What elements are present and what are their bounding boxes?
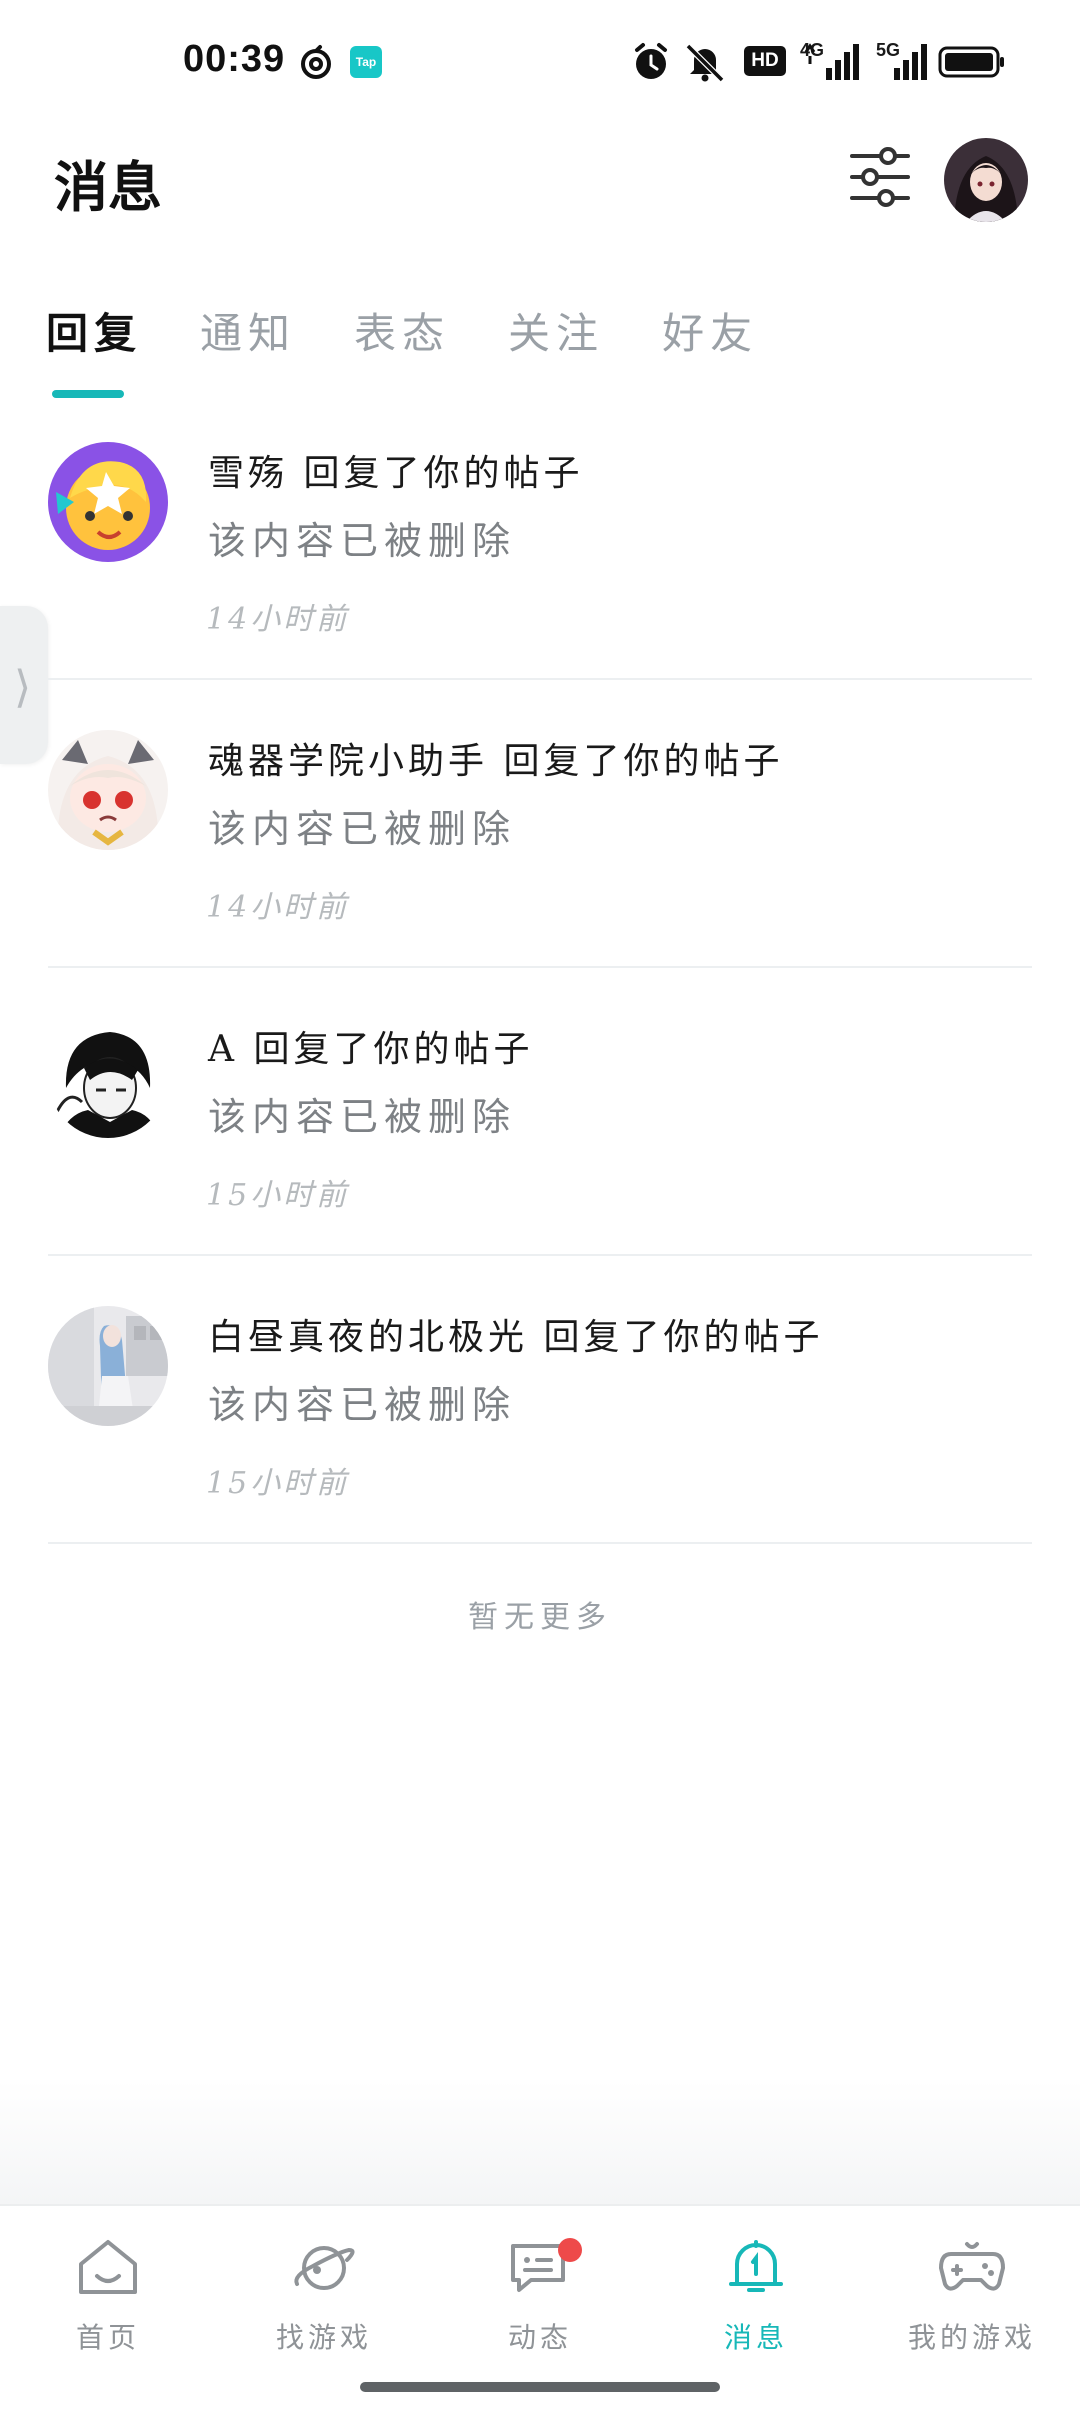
nav-home-label: 首页 <box>75 2321 140 2354</box>
nav-messages[interactable]: 消息 <box>656 2236 856 2356</box>
notification-badge <box>558 2238 582 2262</box>
reply-content: 该内容已被删除 <box>208 1095 517 1139</box>
sender-name[interactable]: 雪殇 <box>208 453 288 494</box>
bell-icon <box>729 2240 783 2292</box>
nav-feed-label: 动态 <box>507 2321 572 2354</box>
divider <box>48 1542 1032 1544</box>
message-tabs: 回复 通知 表态 关注 好友 <box>46 300 816 361</box>
no-more-text: 暂无更多 <box>468 1600 612 1635</box>
sender-name[interactable]: 白昼真夜的北极光 <box>208 1317 528 1358</box>
nav-shadow <box>0 2080 1080 2204</box>
status-bar: 00:39 Tap HD 4G 5G <box>0 0 1080 128</box>
avatar-photo-icon <box>48 1306 168 1426</box>
reply-headline: 雪殇 回复了你的帖子 <box>208 444 583 496</box>
nav-my-games[interactable]: 我的游戏 <box>872 2236 1072 2356</box>
divider <box>48 678 1032 680</box>
reply-time: 15小时前 <box>206 1178 350 1213</box>
avatar-cartoon-yellow-icon <box>48 442 168 562</box>
user-avatar[interactable] <box>944 138 1028 222</box>
sender-name[interactable]: A <box>208 1029 238 1070</box>
gamepad-icon <box>939 2242 1005 2291</box>
sender-avatar[interactable] <box>48 730 168 850</box>
reply-headline: A 回复了你的帖子 <box>208 1020 533 1072</box>
nav-find-games-label: 找游戏 <box>275 2321 372 2354</box>
tab-friends[interactable]: 好友 <box>662 300 758 361</box>
reply-content: 该内容已被删除 <box>208 807 517 851</box>
planet-icon <box>294 2246 355 2290</box>
list-item[interactable]: A 回复了你的帖子 该内容已被删除 15小时前 <box>0 1018 1080 1306</box>
messages-page: 00:39 Tap HD 4G 5G 消息 回复 通知 表态 关注 好友 ⟩ 雪… <box>0 0 1080 2412</box>
nav-feed[interactable]: 动态 <box>440 2236 640 2356</box>
reply-action: 回复了你的帖子 <box>303 453 584 494</box>
battery-icon <box>938 46 1004 78</box>
sender-name[interactable]: 魂器学院小助手 <box>208 741 488 782</box>
reply-action: 回复了你的帖子 <box>253 1029 534 1070</box>
list-item[interactable]: 白昼真夜的北极光 回复了你的帖子 该内容已被删除 15小时前 <box>0 1306 1080 1594</box>
reply-headline: 白昼真夜的北极光 回复了你的帖子 <box>208 1308 823 1360</box>
sender-avatar[interactable] <box>48 1306 168 1426</box>
bottom-nav: 首页 找游戏 动态 消息 我的游戏 <box>0 2204 1080 2412</box>
reply-content: 该内容已被删除 <box>208 519 517 563</box>
signal-5g-icon <box>894 44 927 80</box>
alarm-icon <box>635 43 667 79</box>
active-tab-indicator <box>52 390 124 398</box>
list-item[interactable]: 魂器学院小助手 回复了你的帖子 该内容已被删除 14小时前 <box>0 730 1080 1018</box>
signal-4g-icon <box>804 43 859 80</box>
list-item[interactable]: 雪殇 回复了你的帖子 该内容已被删除 14小时前 <box>0 442 1080 730</box>
avatar-anime-girl-icon <box>48 730 168 850</box>
reply-content: 该内容已被删除 <box>208 1383 517 1427</box>
reply-time: 14小时前 <box>206 602 350 637</box>
tab-follows[interactable]: 关注 <box>508 300 604 361</box>
status-time: 00:39 <box>183 38 286 80</box>
mute-icon <box>685 43 725 82</box>
hd-icon: HD <box>744 46 786 76</box>
home-indicator[interactable] <box>360 2382 720 2392</box>
page-title: 消息 <box>54 155 162 219</box>
tab-replies[interactable]: 回复 <box>46 300 142 361</box>
taptap-icon: Tap <box>350 46 382 78</box>
divider <box>48 966 1032 968</box>
sender-avatar[interactable] <box>48 1018 168 1138</box>
reply-time: 15小时前 <box>206 1466 350 1501</box>
reply-action: 回复了你的帖子 <box>543 1317 824 1358</box>
reply-headline: 魂器学院小助手 回复了你的帖子 <box>208 732 783 784</box>
nav-my-games-label: 我的游戏 <box>907 2321 1036 2354</box>
home-icon <box>79 2240 137 2294</box>
tab-reactions[interactable]: 表态 <box>354 300 450 361</box>
divider <box>48 1254 1032 1256</box>
filter-settings-icon[interactable] <box>848 146 912 208</box>
netease-music-icon <box>301 45 331 79</box>
avatar-anime-boy-icon <box>48 1018 168 1138</box>
nav-messages-label: 消息 <box>723 2321 788 2354</box>
sender-avatar[interactable] <box>48 442 168 562</box>
tab-notifications[interactable]: 通知 <box>200 300 296 361</box>
nav-find-games[interactable]: 找游戏 <box>224 2236 424 2356</box>
nav-home[interactable]: 首页 <box>8 2236 208 2356</box>
reply-time: 14小时前 <box>206 890 350 925</box>
reply-action: 回复了你的帖子 <box>503 741 784 782</box>
